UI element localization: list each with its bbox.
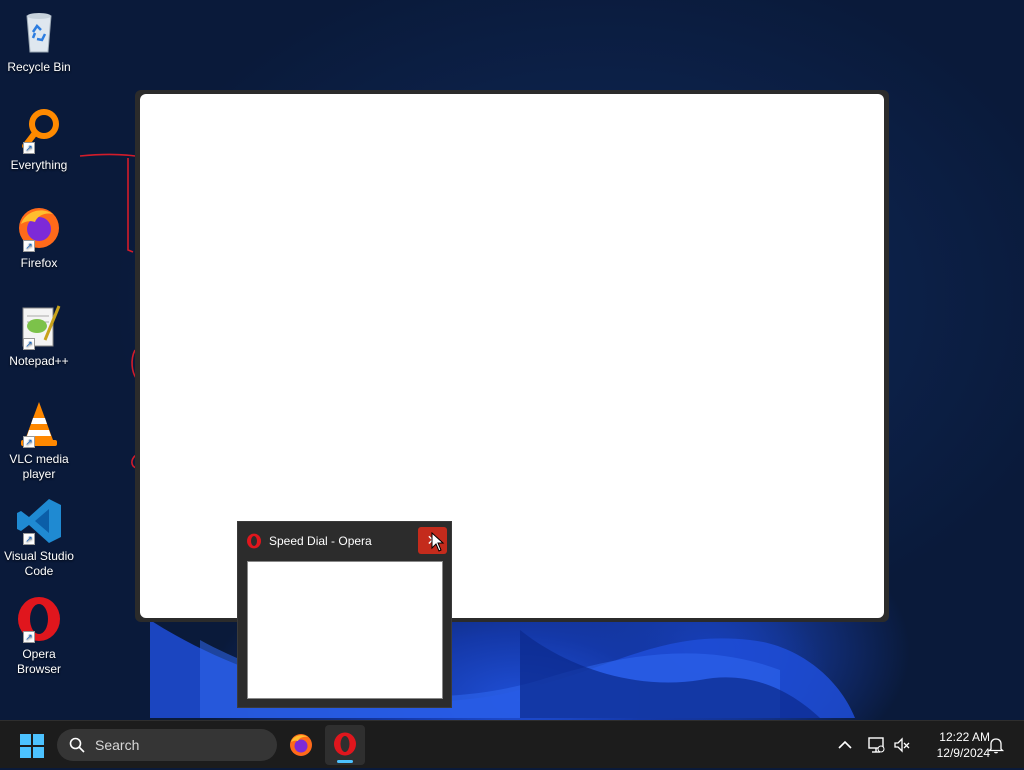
desktop-icon-label: Firefox <box>20 256 58 270</box>
shortcut-arrow-icon: ↗ <box>23 436 35 448</box>
desktop-icon-everything[interactable]: ↗ Everything <box>4 106 74 173</box>
recycle-bin-icon <box>15 8 63 56</box>
desktop-icon-label: Everything <box>10 158 68 172</box>
windows-start-icon[interactable] <box>20 734 44 758</box>
desktop-icon-vlc[interactable]: ↗ VLC media player <box>4 400 74 482</box>
taskbar-thumbnail-preview[interactable]: Speed Dial - Opera ✕ <box>237 521 452 708</box>
vlc-cone-icon: ↗ <box>15 400 63 448</box>
taskbar-search-box[interactable] <box>57 729 277 761</box>
volume-muted-icon[interactable] <box>892 735 912 755</box>
opera-icon: ↗ <box>15 595 63 643</box>
mouse-cursor-icon <box>431 532 445 552</box>
notification-bell-icon[interactable] <box>986 735 1006 755</box>
shortcut-arrow-icon: ↗ <box>23 338 35 350</box>
shortcut-arrow-icon: ↗ <box>23 142 35 154</box>
shortcut-arrow-icon: ↗ <box>23 240 35 252</box>
desktop-icon-label: Notepad++ <box>9 354 69 368</box>
taskbar-app-opera[interactable] <box>325 725 365 765</box>
desktop-icon-opera[interactable]: ↗ Opera Browser <box>4 595 74 677</box>
desktop-icon-label: VLC media player <box>9 452 69 481</box>
search-input[interactable] <box>93 736 257 754</box>
opera-icon <box>247 533 261 549</box>
chevron-up-icon[interactable] <box>835 735 855 755</box>
thumbnail-title-text: Speed Dial - Opera <box>269 534 372 548</box>
everything-search-icon: ↗ <box>15 106 63 154</box>
firefox-icon <box>290 734 312 756</box>
clock-time: 12:22 AM <box>939 730 990 744</box>
taskbar-app-firefox[interactable] <box>281 725 321 765</box>
opera-icon <box>334 732 356 756</box>
desktop-icon-label: Visual Studio Code <box>4 549 74 578</box>
search-icon <box>69 737 85 753</box>
desktop-icon-label: Opera Browser <box>16 647 61 676</box>
taskbar: 12:22 AM 12/9/2024 <box>0 720 1024 768</box>
clock-date: 12/9/2024 <box>936 746 990 760</box>
thumbnail-title: Speed Dial - Opera <box>246 532 372 550</box>
desktop-icon-vscode[interactable]: ↗ Visual Studio Code <box>4 497 74 579</box>
desktop-icon-notepad-plus-plus[interactable]: ↗ Notepad++ <box>4 302 74 369</box>
firefox-icon: ↗ <box>15 204 63 252</box>
vscode-icon: ↗ <box>15 497 63 545</box>
network-icon[interactable] <box>866 735 886 755</box>
thumbnail-window-preview[interactable] <box>247 561 443 699</box>
desktop-icon-recycle-bin[interactable]: Recycle Bin <box>4 8 74 75</box>
active-app-indicator <box>337 760 353 763</box>
shortcut-arrow-icon: ↗ <box>23 533 35 545</box>
system-clock[interactable]: 12:22 AM 12/9/2024 <box>918 729 990 761</box>
notepad-plus-plus-icon: ↗ <box>15 302 63 350</box>
desktop-icon-label: Recycle Bin <box>7 60 71 74</box>
shortcut-arrow-icon: ↗ <box>23 631 35 643</box>
desktop-icon-firefox[interactable]: ↗ Firefox <box>4 204 74 271</box>
